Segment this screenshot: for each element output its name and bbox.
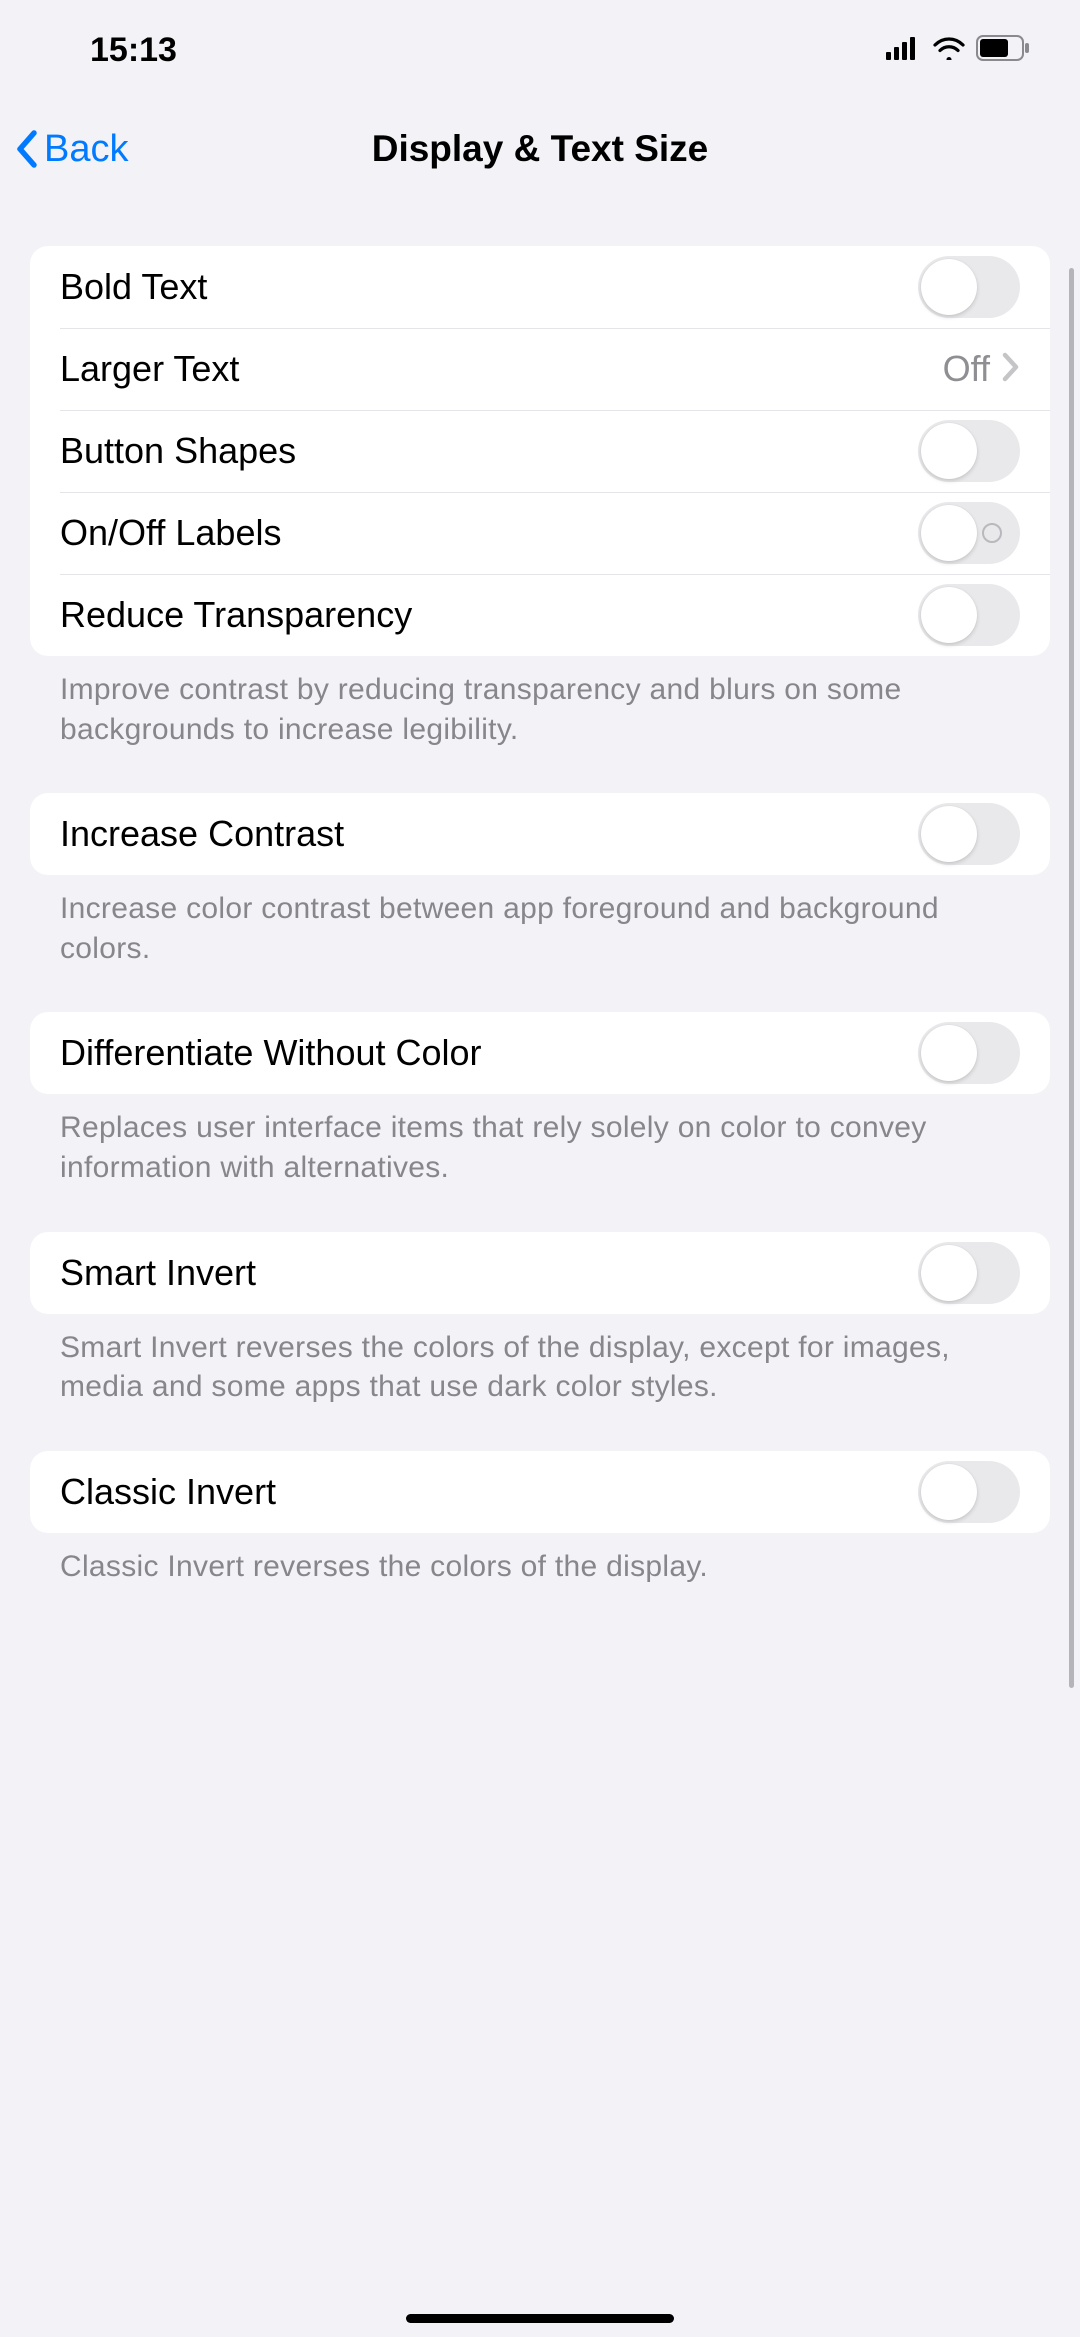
- cell-label: Reduce Transparency: [60, 594, 412, 636]
- settings-group-3: Differentiate Without Color Replaces use…: [30, 1012, 1050, 1187]
- status-icons: [886, 35, 1032, 66]
- group-footer: Smart Invert reverses the colors of the …: [60, 1328, 1020, 1407]
- differentiate-without-color-cell[interactable]: Differentiate Without Color: [30, 1012, 1050, 1094]
- page-title: Display & Text Size: [0, 128, 1080, 170]
- group-footer: Classic Invert reverses the colors of th…: [60, 1547, 1020, 1587]
- smart-invert-switch[interactable]: [918, 1242, 1020, 1304]
- status-bar: 15:13: [0, 0, 1080, 80]
- status-time: 15:13: [90, 31, 177, 70]
- cell-label: Differentiate Without Color: [60, 1032, 482, 1074]
- settings-group-1: Bold Text Larger Text Off Button Shapes …: [30, 246, 1050, 749]
- increase-contrast-cell[interactable]: Increase Contrast: [30, 793, 1050, 875]
- wifi-icon: [932, 36, 966, 65]
- larger-text-value: Off: [943, 348, 990, 390]
- scroll-indicator[interactable]: [1069, 268, 1074, 1688]
- cellular-icon: [886, 36, 922, 65]
- group-footer: Increase color contrast between app fore…: [60, 889, 1020, 968]
- navigation-bar: Back Display & Text Size: [0, 80, 1080, 200]
- cell-label: Button Shapes: [60, 430, 296, 472]
- cell-label: Bold Text: [60, 266, 207, 308]
- classic-invert-switch[interactable]: [918, 1461, 1020, 1523]
- reduce-transparency-cell[interactable]: Reduce Transparency: [30, 574, 1050, 656]
- settings-group-5: Classic Invert Classic Invert reverses t…: [30, 1451, 1050, 1587]
- bold-text-switch[interactable]: [918, 256, 1020, 318]
- classic-invert-cell[interactable]: Classic Invert: [30, 1451, 1050, 1533]
- back-label: Back: [44, 128, 128, 171]
- group-footer: Replaces user interface items that rely …: [60, 1108, 1020, 1187]
- home-indicator[interactable]: [406, 2314, 674, 2323]
- back-button[interactable]: Back: [14, 127, 128, 171]
- reduce-transparency-switch[interactable]: [918, 584, 1020, 646]
- bold-text-cell[interactable]: Bold Text: [30, 246, 1050, 328]
- settings-group-4: Smart Invert Smart Invert reverses the c…: [30, 1232, 1050, 1407]
- increase-contrast-switch[interactable]: [918, 803, 1020, 865]
- cell-label: Larger Text: [60, 348, 239, 390]
- cell-label: Increase Contrast: [60, 813, 344, 855]
- smart-invert-cell[interactable]: Smart Invert: [30, 1232, 1050, 1314]
- onoff-labels-cell[interactable]: On/Off Labels: [30, 492, 1050, 574]
- battery-icon: [976, 35, 1032, 66]
- content: Bold Text Larger Text Off Button Shapes …: [0, 200, 1080, 1586]
- button-shapes-switch[interactable]: [918, 420, 1020, 482]
- cell-label: Smart Invert: [60, 1252, 256, 1294]
- button-shapes-cell[interactable]: Button Shapes: [30, 410, 1050, 492]
- cell-label: On/Off Labels: [60, 512, 281, 554]
- settings-group-2: Increase Contrast Increase color contras…: [30, 793, 1050, 968]
- larger-text-cell[interactable]: Larger Text Off: [30, 328, 1050, 410]
- differentiate-without-color-switch[interactable]: [918, 1022, 1020, 1084]
- chevron-left-icon: [14, 127, 42, 171]
- onoff-labels-switch[interactable]: [918, 502, 1020, 564]
- cell-label: Classic Invert: [60, 1471, 276, 1513]
- group-footer: Improve contrast by reducing transparenc…: [60, 670, 1020, 749]
- chevron-right-icon: [1002, 352, 1020, 387]
